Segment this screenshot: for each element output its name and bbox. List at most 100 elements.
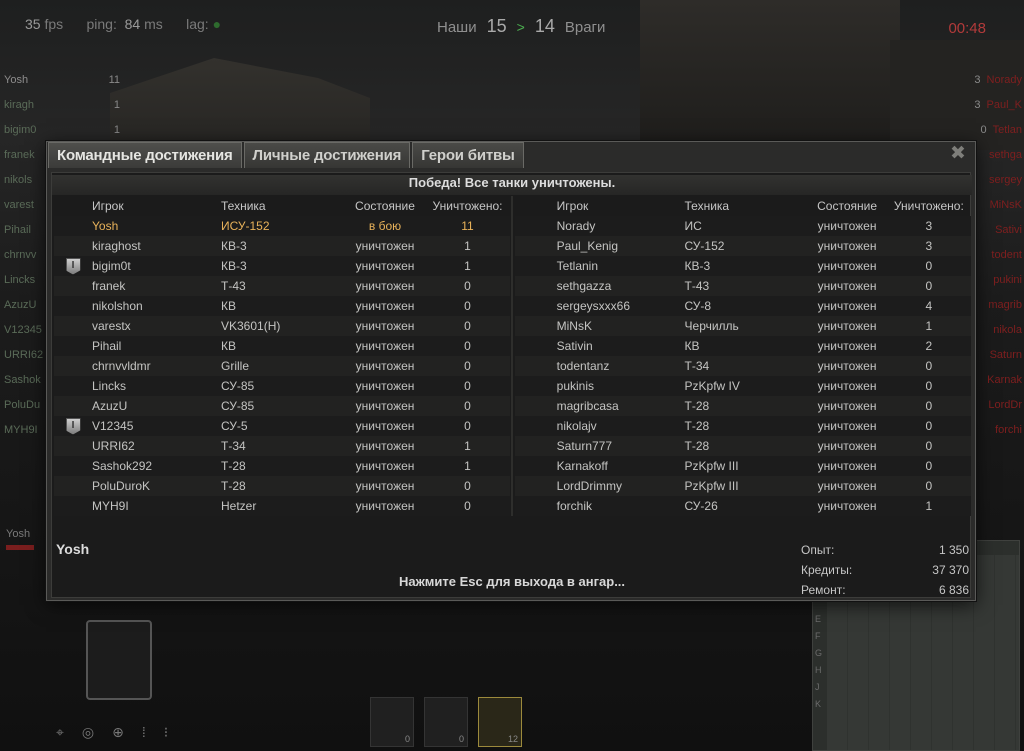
status-cell: уничтожен	[355, 239, 415, 253]
table-row[interactable]: Lincks СУ-85 уничтожен 0	[54, 376, 510, 396]
table-row[interactable]: franek Т-43 уничтожен 0	[54, 276, 510, 296]
roster-player-name: magrib	[988, 299, 1022, 311]
table-row[interactable]: Paul_Kenig СУ-152 уничтожен 3	[515, 236, 971, 256]
roster-frags: 1	[113, 124, 120, 136]
status-cell: уничтожен	[817, 479, 877, 493]
status-cell: уничтожен	[355, 419, 415, 433]
ammo-slot[interactable]: 0	[370, 697, 414, 747]
close-icon[interactable]: ✖	[949, 144, 967, 163]
table-row[interactable]: Yosh ИСУ-152 в бою 11	[54, 216, 510, 236]
roster-player-name: Tetlan	[992, 124, 1022, 136]
allies-label: Наши	[437, 19, 477, 36]
table-row[interactable]: LordDrimmy PzKpfw III уничтожен 0	[515, 476, 971, 496]
status-cell: уничтожен	[817, 299, 877, 313]
dialog-tabs: Командные достижения Личные достижения Г…	[48, 142, 524, 168]
team-divider	[511, 196, 513, 516]
ammo-slot[interactable]: 12	[478, 697, 522, 747]
table-row[interactable]: Saturn777 Т-28 уничтожен 0	[515, 436, 971, 456]
table-row[interactable]: Norady ИС уничтожен 3	[515, 216, 971, 236]
table-header: Игрок Техника Состояние Уничтожено:	[54, 196, 510, 216]
table-row[interactable]: Sativin КВ уничтожен 2	[515, 336, 971, 356]
table-row[interactable]: Pihail КВ уничтожен 0	[54, 336, 510, 356]
tank-cell: СУ-85	[221, 379, 255, 393]
player-name-cell: Yosh	[92, 219, 119, 233]
kills-cell: 3	[925, 239, 933, 253]
player-name-cell: Lincks	[92, 379, 127, 393]
table-row[interactable]: kiraghost КВ-3 уничтожен 1	[54, 236, 510, 256]
tank-cell: КВ-3	[684, 259, 711, 273]
table-row[interactable]: sethgazza Т-43 уничтожен 0	[515, 276, 971, 296]
own-vehicle-tag: Yosh	[6, 528, 31, 540]
ammo-slot[interactable]: 0	[424, 697, 468, 747]
table-row[interactable]: AzuzU СУ-85 уничтожен 0	[54, 396, 510, 416]
table-row[interactable]: PoluDuroK Т-28 уничтожен 0	[54, 476, 510, 496]
sight-icon: ⊕	[112, 724, 124, 740]
tank-cell: СУ-5	[221, 419, 248, 433]
class-badge-icon: I	[65, 257, 81, 275]
status-cell: уничтожен	[355, 479, 415, 493]
tank-cell: Т-43	[684, 279, 710, 293]
roster-row: Yosh 11	[4, 68, 120, 93]
table-row[interactable]: I V12345 СУ-5 уничтожен 0	[54, 416, 510, 436]
tank-cell: Черчилль	[684, 319, 739, 333]
minimap-coord-label: K	[815, 699, 822, 709]
roster-player-name: pukini	[993, 274, 1022, 286]
roster-frags: 1	[113, 99, 120, 111]
table-row[interactable]: chrnvvldmr Grille уничтожен 0	[54, 356, 510, 376]
tank-damage-icon	[86, 620, 152, 700]
roster-player-name: nikola	[993, 324, 1022, 336]
kills-cell: 1	[464, 259, 471, 273]
kills-cell: 0	[464, 319, 471, 333]
table-row[interactable]: nikolshon КВ уничтожен 0	[54, 296, 510, 316]
roster-player-name: kiragh	[4, 99, 34, 111]
ammo-count: 12	[507, 734, 518, 744]
roster-player-name: sethga	[988, 149, 1022, 161]
table-row[interactable]: URRI62 Т-34 уничтожен 1	[54, 436, 510, 456]
col-tank: Техника	[684, 199, 730, 213]
minimap-coord-label: F	[815, 631, 821, 641]
player-name-cell: sethgazza	[556, 279, 612, 293]
table-row[interactable]: forchik СУ-26 уничтожен 1	[515, 496, 971, 516]
crew-icon: ⁞	[141, 724, 146, 740]
table-row[interactable]: nikolajv Т-28 уничтожен 0	[515, 416, 971, 436]
tab-personal-achievements[interactable]: Личные достижения	[243, 142, 411, 168]
minimap-coord-label: J	[815, 682, 820, 692]
tank-cell: PzKpfw III	[684, 479, 739, 493]
table-row[interactable]: sergeysxxx66 СУ-8 уничтожен 4	[515, 296, 971, 316]
status-cell: уничтожен	[817, 459, 877, 473]
table-row[interactable]: Sashok292 Т-28 уничтожен 1	[54, 456, 510, 476]
table-row[interactable]: pukinis PzKpfw IV уничтожен 0	[515, 376, 971, 396]
table-row[interactable]: Karnakoff PzKpfw III уничтожен 0	[515, 456, 971, 476]
tank-cell: PzKpfw III	[684, 459, 739, 473]
table-row[interactable]: MiNsK Черчилль уничтожен 1	[515, 316, 971, 336]
table-row[interactable]: magribcasa Т-28 уничтожен 0	[515, 396, 971, 416]
roster-player-name: franek	[4, 149, 35, 161]
table-row[interactable]: Ibigim0t КВ-3 уничтожен 1	[54, 256, 510, 276]
kills-cell: 0	[464, 339, 471, 353]
tab-battle-heroes[interactable]: Герои битвы	[412, 142, 524, 168]
team-score: Наши 15 > 14 Враги	[437, 16, 605, 37]
table-row[interactable]: varestx VK3601(H) уничтожен 0	[54, 316, 510, 336]
kills-cell: 0	[464, 379, 471, 393]
roster-player-name: chrnvv	[4, 249, 37, 261]
kills-cell: 0	[464, 419, 471, 433]
status-cell: уничтожен	[817, 339, 877, 353]
col-tank: Техника	[221, 199, 266, 213]
table-row[interactable]: todentanz Т-34 уничтожен 0	[515, 356, 971, 376]
tank-cell: ИСУ-152	[221, 219, 270, 233]
ammo-count: 0	[404, 734, 410, 744]
battle-timer: 00:48	[948, 20, 986, 37]
table-row[interactable]: MYH9I Hetzer уничтожен 0	[54, 496, 510, 516]
tank-cell: Т-34	[221, 439, 246, 453]
player-name-cell: PoluDuroK	[92, 479, 151, 493]
table-row[interactable]: Tetlanin КВ-3 уничтожен 0	[515, 256, 971, 276]
perf-readout: 35 fps ping: 84 ms lag: ●	[25, 16, 221, 32]
kills-cell: 0	[464, 279, 471, 293]
roster-player-name: Karnak	[987, 374, 1022, 386]
player-name-cell: Karnakoff	[556, 459, 608, 473]
tab-team-achievements[interactable]: Командные достижения	[48, 142, 242, 168]
roster-player-name: Norady	[986, 74, 1022, 86]
tank-cell: Т-43	[221, 279, 246, 293]
lag-indicator-icon: ●	[212, 16, 222, 32]
status-cell: уничтожен	[817, 399, 877, 413]
